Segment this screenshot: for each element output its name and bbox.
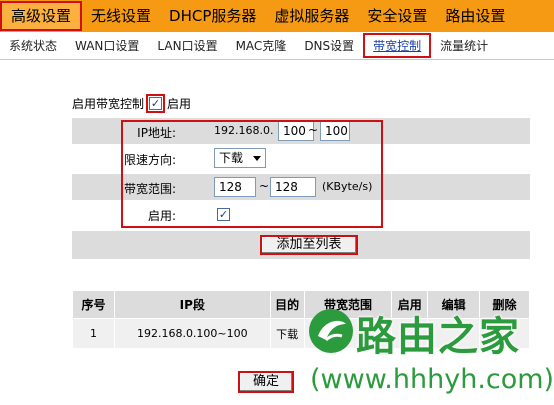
col-ip-range: IP段 [113,290,271,319]
enable-bandwidth-suffix: 启用 [167,97,192,111]
rules-table: 序号 IP段 目的 带宽范围 启用 编辑 删除 1 192.168.0.100~… [72,290,530,349]
tab-system-status[interactable]: 系统状态 [0,37,66,54]
tab-mac-clone[interactable]: MAC克隆 [227,37,296,54]
tab-dns-settings[interactable]: DNS设置 [295,37,363,54]
sub-nav: 系统状态 WAN口设置 LAN口设置 MAC克隆 DNS设置 带宽控制 流量统计 [0,32,554,60]
col-index: 序号 [72,290,115,319]
row-delete[interactable] [479,318,530,349]
row-bandwidth [303,318,393,349]
enable-bandwidth-label: 启用带宽控制 [72,97,145,111]
nav-security-settings[interactable]: 安全设置 [358,0,436,32]
nav-wireless-settings[interactable]: 无线设置 [82,0,160,32]
col-enabled: 启用 [391,290,429,319]
tab-lan-settings[interactable]: LAN口设置 [148,37,226,54]
row-ip-range: 192.168.0.100~100 [113,318,271,349]
tab-traffic-stats[interactable]: 流量统计 [431,37,497,54]
nav-route-settings[interactable]: 路由设置 [436,0,514,32]
col-edit: 编辑 [427,290,481,319]
form-highlight [121,120,383,228]
enable-bandwidth-highlight: ✓ [146,94,166,113]
row-enabled [391,318,429,349]
col-bandwidth: 带宽范围 [303,290,393,319]
nav-virtual-server[interactable]: 虚拟服务器 [265,0,358,32]
nav-advanced-settings[interactable]: 高级设置 [0,1,83,31]
nav-dhcp-server[interactable]: DHCP服务器 [160,0,265,32]
col-delete: 删除 [479,290,530,319]
confirm-button[interactable]: 确定 [238,371,294,393]
table-header-row: 序号 IP段 目的 带宽范围 启用 编辑 删除 [72,290,530,319]
top-nav: 高级设置 无线设置 DHCP服务器 虚拟服务器 安全设置 路由设置 [0,0,554,32]
row-direction: 下载 [269,318,305,349]
enable-bandwidth-row: 启用带宽控制 ✓ 启用 [72,94,191,113]
row-index: 1 [72,318,115,349]
watermark-url: (www.hhhyh.com) [310,364,554,395]
tab-bandwidth-control[interactable]: 带宽控制 [363,33,432,58]
table-row: 1 192.168.0.100~100 下载 [72,318,530,349]
tab-wan-settings[interactable]: WAN口设置 [66,37,148,54]
col-direction: 目的 [269,290,305,319]
add-to-list-button[interactable]: 添加至列表 [260,235,358,255]
enable-bandwidth-checkbox[interactable]: ✓ [149,97,163,110]
row-edit[interactable] [427,318,481,349]
